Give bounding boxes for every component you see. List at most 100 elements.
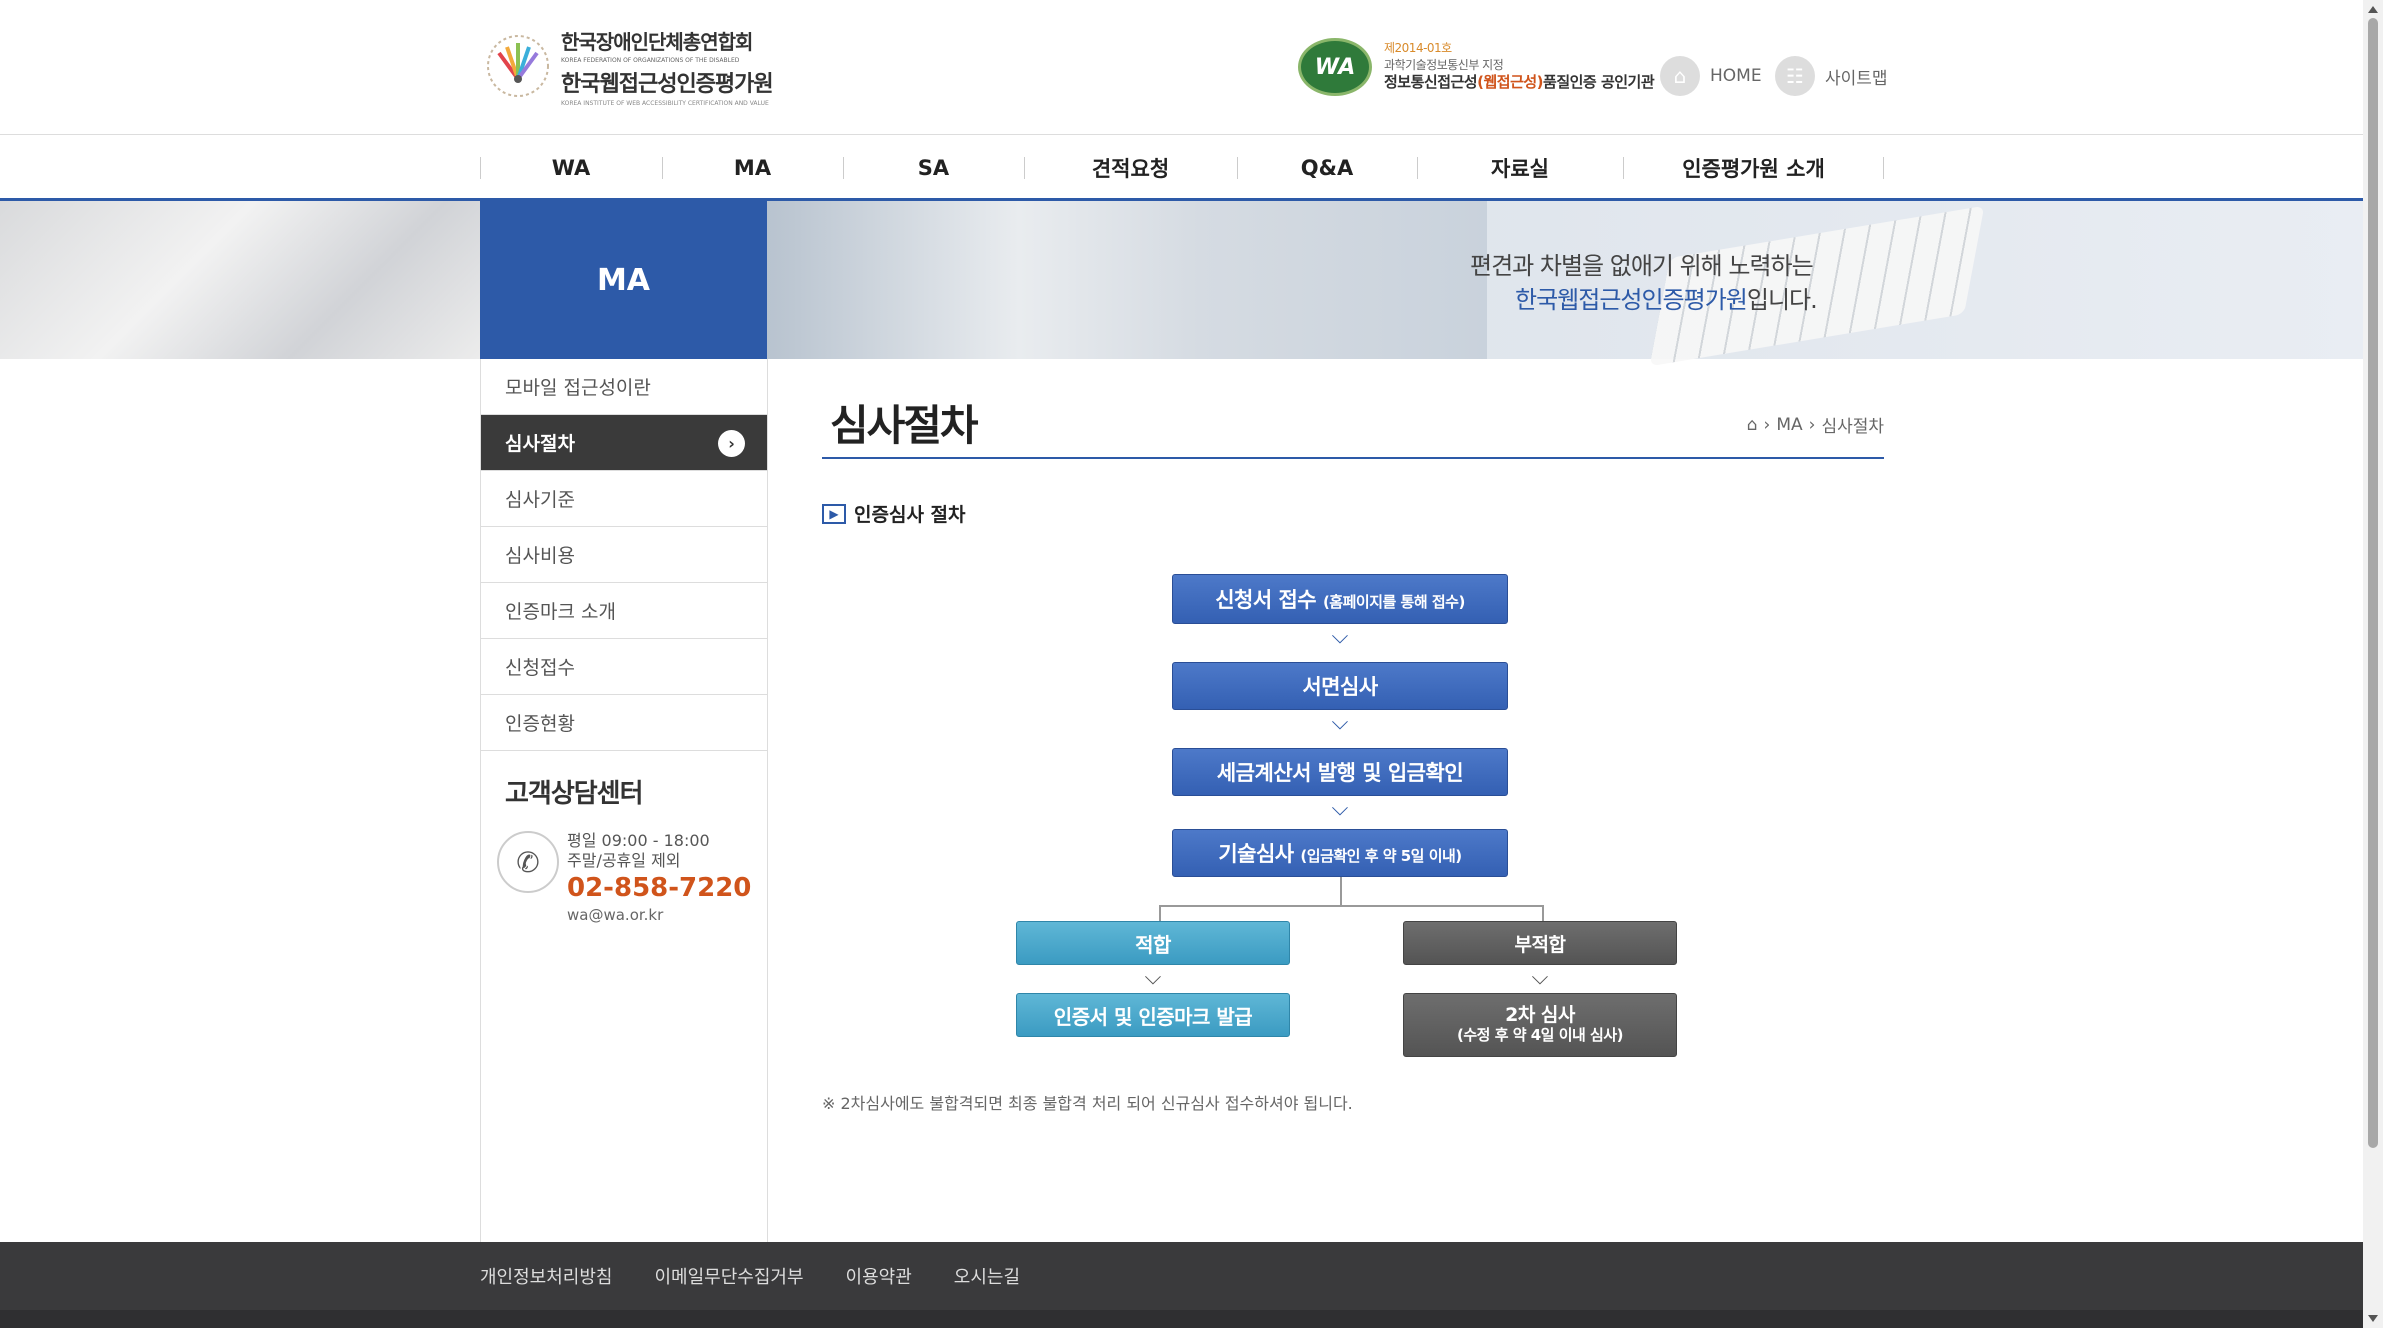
flow-result-fail: 부적합 bbox=[1403, 921, 1677, 965]
side-item-review-cost[interactable]: 심사비용 bbox=[481, 527, 767, 583]
side-item-cert-mark[interactable]: 인증마크 소개 bbox=[481, 583, 767, 639]
footer-link-terms[interactable]: 이용약관 bbox=[846, 1263, 912, 1289]
flow-step-technical-review: 기술심사 (입금확인 후 약 5일 이내) bbox=[1172, 829, 1508, 877]
flow-step-second-review: 2차 심사 (수정 후 약 4일 이내 심사) bbox=[1403, 993, 1677, 1057]
home-link-label: HOME bbox=[1710, 66, 1762, 86]
customer-center: 고객상담센터 ✆ 평일 09:00 - 18:00 주말/공휴일 제외 02-8… bbox=[497, 773, 751, 924]
slogan-highlight: 한국웹접근성인증평가원 bbox=[1515, 286, 1748, 314]
sitemap-icon: ☷ bbox=[1775, 56, 1815, 96]
slogan-line-1: 편견과 차별을 없애기 위해 노력하는 bbox=[1470, 252, 1814, 280]
sitemap-link-label: 사이트맵 bbox=[1825, 68, 1888, 89]
chevron-down-icon: ⌵ bbox=[1144, 965, 1162, 990]
flow-step-application-note: (홈페이지를 통해 접수) bbox=[1322, 593, 1465, 611]
side-item-review-process[interactable]: 심사절차 › bbox=[481, 415, 767, 471]
flow-connector bbox=[1159, 905, 1544, 907]
scroll-down-arrow-icon[interactable] bbox=[2368, 1315, 2378, 1322]
chevron-down-icon: ⌵ bbox=[1531, 965, 1549, 990]
flow-result-pass: 적합 bbox=[1016, 921, 1290, 965]
flow-connector bbox=[1159, 905, 1161, 921]
gnb-item-qna[interactable]: Q&A bbox=[1237, 135, 1417, 201]
banner-left-background bbox=[0, 201, 480, 359]
side-item-review-criteria[interactable]: 심사기준 bbox=[481, 471, 767, 527]
chevron-right-icon: › bbox=[718, 430, 745, 457]
logo-emblem-icon bbox=[485, 33, 551, 99]
site-header: 한국장애인단체총연합회 KOREA FEDERATION OF ORGANIZA… bbox=[0, 0, 2363, 135]
flow-result-fail-label: 부적합 bbox=[1514, 933, 1566, 956]
gnb-item-quote[interactable]: 견적요청 bbox=[1024, 135, 1237, 201]
side-item-label: 인증마크 소개 bbox=[505, 601, 616, 623]
side-item-label: 심사비용 bbox=[505, 545, 575, 567]
flow-step-document-review: 서면심사 bbox=[1172, 662, 1508, 710]
side-item-label: 심사기준 bbox=[505, 489, 575, 511]
cs-email[interactable]: wa@wa.or.kr bbox=[567, 905, 751, 925]
side-item-application[interactable]: 신청접수 bbox=[481, 639, 767, 695]
footer-bottom-strip bbox=[0, 1310, 2363, 1328]
wa-cert-badge-icon: WA bbox=[1298, 38, 1372, 96]
banner-slogan: 편견과 차별을 없애기 위해 노력하는 한국웹접근성인증평가원입니다. bbox=[1470, 249, 1818, 317]
chevron-down-icon: ⌵ bbox=[1331, 796, 1349, 821]
flow-step-issue-certificate: 인증서 및 인증마크 발급 bbox=[1016, 993, 1290, 1037]
flow-step-document-review-label: 서면심사 bbox=[1302, 675, 1378, 699]
gnb-item-sa[interactable]: SA bbox=[843, 135, 1024, 201]
flow-step-technical-review-label: 기술심사 bbox=[1218, 842, 1294, 866]
gnb-item-wa[interactable]: WA bbox=[480, 135, 662, 201]
sitemap-link[interactable]: ☷ 사이트맵 bbox=[1775, 56, 1888, 96]
flow-step-issue-certificate-label: 인증서 및 인증마크 발급 bbox=[1053, 1004, 1253, 1029]
flow-step-technical-review-note: (입금확인 후 약 5일 이내) bbox=[1300, 847, 1462, 865]
banner-keyboard-photo bbox=[767, 201, 1985, 367]
flow-step-payment: 세금계산서 발행 및 입금확인 bbox=[1172, 748, 1508, 796]
flow-step-application-label: 신청서 접수 bbox=[1215, 588, 1317, 612]
site-logo[interactable]: 한국장애인단체총연합회 KOREA FEDERATION OF ORGANIZA… bbox=[485, 30, 774, 107]
side-menu: 모바일 접근성이란 심사절차 › 심사기준 심사비용 인증마크 소개 신청접수 인… bbox=[480, 359, 768, 1242]
logo-institute-english: KOREA INSTITUTE OF WEB ACCESSIBILITY CER… bbox=[561, 99, 769, 107]
cert-info: 제2014-01호 과학기술정보통신부 지정 정보통신접근성(웹접근성)품질인증… bbox=[1384, 40, 1655, 91]
sub-visual-banner: MA 편견과 차별을 없애기 위해 노력하는 한국웹접근성인증평가원입니다. bbox=[0, 201, 2363, 367]
cs-phone-number[interactable]: 02-858-7220 bbox=[567, 871, 751, 905]
flow-connector bbox=[1340, 877, 1342, 905]
customer-center-title: 고객상담센터 bbox=[505, 779, 644, 809]
side-item-label: 모바일 접근성이란 bbox=[505, 377, 651, 399]
chevron-down-icon: ⌵ bbox=[1331, 624, 1349, 649]
scrollbar-thumb[interactable] bbox=[2368, 18, 2378, 1148]
gnb-item-archive[interactable]: 자료실 bbox=[1417, 135, 1623, 201]
side-item-cert-status[interactable]: 인증현황 bbox=[481, 695, 767, 751]
flow-step-second-review-note: (수정 후 약 4일 이내 심사) bbox=[1457, 1026, 1623, 1044]
slogan-line-2: 한국웹접근성인증평가원입니다. bbox=[1470, 283, 1818, 317]
process-note: ※ 2차심사에도 불합격되면 최종 불합격 처리 되어 신규심사 접수하셔야 됩… bbox=[822, 1094, 1353, 1113]
cs-hours: 평일 09:00 - 18:00 bbox=[567, 831, 710, 850]
logo-federation-name: 한국장애인단체총연합회 bbox=[561, 29, 753, 54]
cert-title-prefix: 정보통신접근성 bbox=[1384, 73, 1478, 91]
side-item-label: 심사절차 bbox=[505, 433, 575, 455]
main-navigation: WA MA SA 견적요청 Q&A 자료실 인증평가원 소개 bbox=[0, 135, 2363, 201]
site-footer: 개인정보처리방침 이메일무단수집거부 이용약관 오시는길 bbox=[0, 1242, 2363, 1310]
footer-link-directions[interactable]: 오시는길 bbox=[954, 1263, 1020, 1289]
cert-title-suffix: 품질인증 공인기관 bbox=[1543, 73, 1655, 91]
gnb-item-about[interactable]: 인증평가원 소개 bbox=[1623, 135, 1884, 201]
gnb-item-ma[interactable]: MA bbox=[662, 135, 843, 201]
review-flowchart: 신청서 접수 (홈페이지를 통해 접수) ⌵ 서면심사 ⌵ 세금계산서 발행 및… bbox=[822, 359, 1884, 1159]
flow-connector bbox=[1542, 905, 1544, 921]
cert-title-highlight: (웹접근성) bbox=[1477, 73, 1544, 91]
home-link[interactable]: ⌂ HOME bbox=[1660, 56, 1762, 96]
banner-section-title: MA bbox=[480, 201, 767, 359]
scroll-up-arrow-icon[interactable] bbox=[2368, 6, 2378, 13]
footer-link-privacy[interactable]: 개인정보처리방침 bbox=[480, 1263, 612, 1289]
page-scrollbar[interactable] bbox=[2363, 0, 2383, 1328]
logo-federation-english: KOREA FEDERATION OF ORGANIZATIONS OF THE… bbox=[561, 56, 740, 64]
flow-step-second-review-label: 2차 심사 bbox=[1505, 1004, 1575, 1026]
house-icon: ⌂ bbox=[1660, 56, 1700, 96]
flow-step-application: 신청서 접수 (홈페이지를 통해 접수) bbox=[1172, 574, 1508, 624]
logo-institute-name: 한국웹접근성인증평가원 bbox=[561, 71, 774, 97]
cert-agency: 과학기술정보통신부 지정 bbox=[1384, 58, 1504, 72]
flow-result-pass-label: 적합 bbox=[1135, 932, 1171, 957]
chevron-down-icon: ⌵ bbox=[1331, 710, 1349, 735]
phone-icon: ✆ bbox=[497, 831, 559, 893]
flow-step-payment-label: 세금계산서 발행 및 입금확인 bbox=[1216, 761, 1464, 785]
side-item-mobile-accessibility[interactable]: 모바일 접근성이란 bbox=[481, 359, 767, 415]
cert-title: 정보통신접근성(웹접근성)품질인증 공인기관 bbox=[1384, 73, 1655, 91]
footer-link-email-refusal[interactable]: 이메일무단수집거부 bbox=[654, 1263, 803, 1289]
side-item-label: 신청접수 bbox=[505, 657, 575, 679]
cs-closed: 주말/공휴일 제외 bbox=[567, 851, 681, 870]
side-item-label: 인증현황 bbox=[505, 713, 575, 735]
cert-number: 제2014-01호 bbox=[1384, 41, 1452, 55]
